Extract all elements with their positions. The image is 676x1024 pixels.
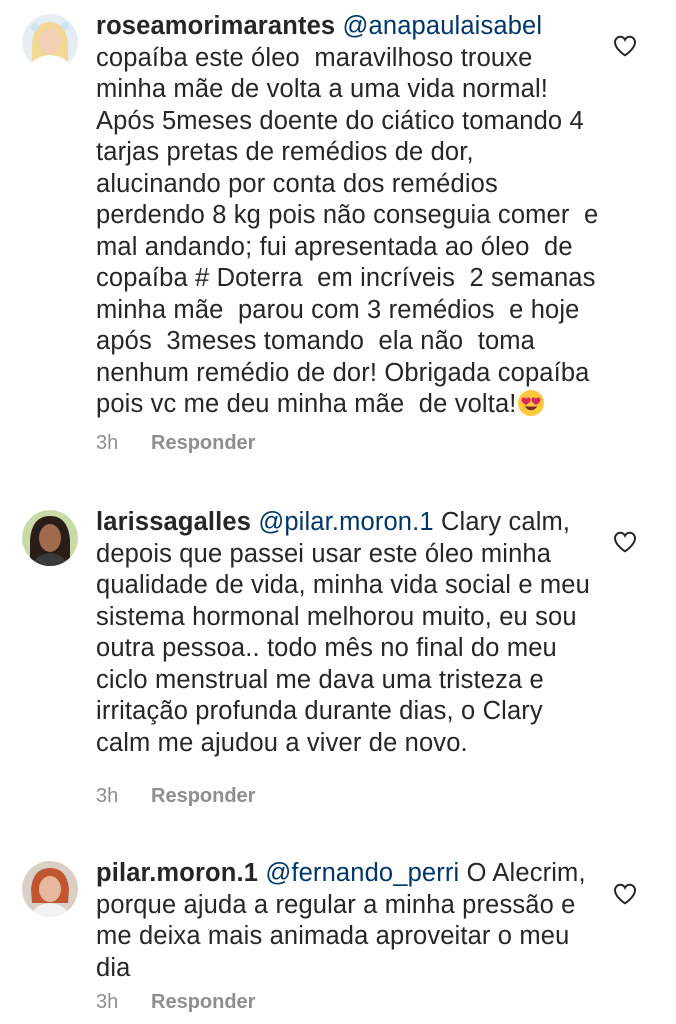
heart-outline-icon[interactable] <box>613 531 637 553</box>
comment-username[interactable]: larissagalles <box>96 508 251 536</box>
comment-meta: 3h Responder <box>96 432 255 455</box>
avatar[interactable] <box>22 861 78 917</box>
comment-timestamp: 3h <box>96 991 119 1013</box>
comment-body: copaíba este óleo maravilhoso trouxe min… <box>96 43 606 419</box>
comment-timestamp: 3h <box>96 432 119 454</box>
reply-button[interactable]: Responder <box>151 432 255 455</box>
comment-username[interactable]: roseamorimarantes <box>96 12 335 40</box>
reply-button[interactable]: Responder <box>151 785 255 808</box>
comment-meta: 3h Responder <box>96 785 255 808</box>
heart-outline-icon[interactable] <box>613 883 637 905</box>
comment-meta: 3h Responder <box>96 991 255 1014</box>
comment-mention[interactable]: @pilar.moron.1 <box>258 508 433 536</box>
comment-timestamp: 3h <box>96 785 119 807</box>
comment-text: roseamorimarantes @anapaulaisabel copaíb… <box>96 11 601 426</box>
avatar[interactable] <box>22 14 78 70</box>
reply-button[interactable]: Responder <box>151 991 255 1014</box>
comment-mention[interactable]: @fernando_perri <box>265 859 459 887</box>
comment-text: larissagalles @pilar.moron.1 Clary calm,… <box>96 507 601 759</box>
comment-mention[interactable]: @anapaulaisabel <box>343 12 543 40</box>
avatar[interactable] <box>22 510 78 566</box>
heart-outline-icon[interactable] <box>613 35 637 57</box>
comment-text: pilar.moron.1 @fernando_perri O Alecrim,… <box>96 858 601 984</box>
comment-body: Clary calm, depois que passei usar este … <box>96 508 598 757</box>
smiling-face-with-heart-eyes-icon <box>517 389 545 426</box>
comment-username[interactable]: pilar.moron.1 <box>96 859 258 887</box>
